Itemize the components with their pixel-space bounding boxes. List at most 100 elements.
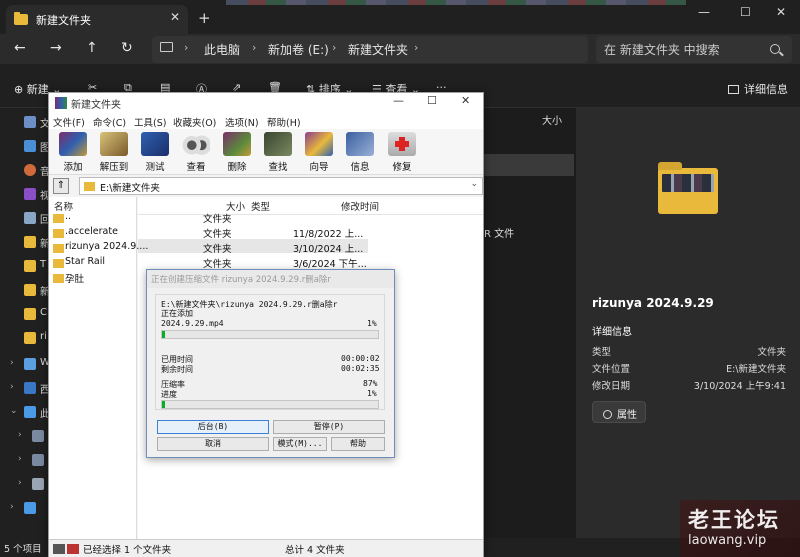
breadcrumb-this-pc[interactable]: 此电脑 xyxy=(204,41,240,58)
file-type: 文件夹 xyxy=(203,244,232,255)
nav-item-label[interactable]: T xyxy=(40,259,46,270)
nav-item-label[interactable]: C xyxy=(40,307,47,318)
tab-close-icon[interactable]: ✕ xyxy=(170,10,180,24)
chevron-icon: › xyxy=(184,41,189,54)
properties-button[interactable]: 属性 xyxy=(592,401,646,423)
back-button[interactable]: ← xyxy=(14,40,26,56)
winrar-close-button[interactable]: ✕ xyxy=(461,94,470,107)
details-pane-button[interactable]: 详细信息 xyxy=(728,81,788,97)
menu-tools[interactable]: 工具(S) xyxy=(134,115,166,129)
chevron-icon: › xyxy=(414,41,419,54)
breadcrumb-folder[interactable]: 新建文件夹 xyxy=(348,41,408,58)
expand-chevron-icon[interactable]: › xyxy=(18,430,22,440)
up-folder-button[interactable]: ⇑ xyxy=(53,178,69,194)
folder-icon xyxy=(24,308,36,320)
file-list-area: 大小 R 文件 xyxy=(484,108,574,538)
wizard-button[interactable]: 向导 xyxy=(299,132,339,174)
drive-icon xyxy=(32,478,44,490)
close-window-button[interactable]: ✕ xyxy=(776,5,786,19)
extract-to-button[interactable]: 解压到 xyxy=(94,132,134,174)
breadcrumb-drive-e[interactable]: 新加卷 (E:) xyxy=(268,41,329,58)
nav-item-label[interactable]: ri xyxy=(40,331,47,342)
column-type[interactable]: 类型 xyxy=(251,199,270,213)
menu-favorites[interactable]: 收藏夹(O) xyxy=(173,115,216,129)
menu-file[interactable]: 文件(F) xyxy=(53,115,85,129)
winrar-maximize-button[interactable]: ☐ xyxy=(427,94,437,107)
delete-icon xyxy=(223,132,251,156)
menu-options[interactable]: 选项(N) xyxy=(225,115,259,129)
expand-chevron-icon[interactable]: › xyxy=(10,502,14,512)
selected-row[interactable] xyxy=(484,154,574,176)
new-tab-button[interactable]: + xyxy=(198,9,211,27)
minimize-button[interactable]: — xyxy=(698,5,710,19)
file-type: 文件夹 xyxy=(203,229,232,240)
drive-icon xyxy=(32,430,44,442)
menu-commands[interactable]: 命令(C) xyxy=(93,115,126,129)
watermark-url: laowang.vip xyxy=(688,533,767,548)
current-file: 2024.9.29.mp4 xyxy=(161,319,224,328)
key-icon xyxy=(67,544,79,554)
folder-icon xyxy=(53,274,64,283)
explorer-tab[interactable]: 新建文件夹 ✕ xyxy=(6,5,188,34)
documents-icon xyxy=(24,116,36,128)
explorer-tabbar: 新建文件夹 ✕ + — ☐ ✕ xyxy=(0,0,800,34)
forward-button[interactable]: → xyxy=(50,40,62,56)
help-button[interactable]: 帮助 xyxy=(331,437,385,451)
repair-button[interactable]: 修复 xyxy=(382,132,422,174)
expand-chevron-icon[interactable]: › xyxy=(18,454,22,464)
view-file-button[interactable]: 查看 xyxy=(176,132,216,174)
info-button[interactable]: 信息 xyxy=(340,132,380,174)
up-button[interactable]: ↑ xyxy=(86,40,98,56)
mode-button[interactable]: 模式(M)... xyxy=(273,437,327,451)
file-name: Star Rail xyxy=(65,256,105,267)
add-button[interactable]: 添加 xyxy=(53,132,93,174)
tab-title: 新建文件夹 xyxy=(36,14,91,27)
find-button[interactable]: 查找 xyxy=(258,132,298,174)
folder-icon xyxy=(24,236,36,248)
chevron-down-icon[interactable]: ⌄ xyxy=(470,179,478,189)
this-pc-icon xyxy=(24,406,36,418)
test-button[interactable]: 测试 xyxy=(135,132,175,174)
network-icon xyxy=(24,502,36,514)
pause-button[interactable]: 暂停(P) xyxy=(273,420,385,434)
wizard-icon xyxy=(305,132,333,156)
expand-chevron-icon[interactable]: › xyxy=(10,358,14,368)
maximize-button[interactable]: ☐ xyxy=(740,5,751,19)
file-type-fragment: R 文件 xyxy=(484,229,515,240)
prop-value-location: E:\新建文件夹 xyxy=(726,364,786,375)
winrar-path-bar: ⇑ E:\新建文件夹 ⌄ xyxy=(49,177,483,196)
folder-icon xyxy=(24,260,36,272)
menu-help[interactable]: 帮助(H) xyxy=(267,115,301,129)
elapsed-value: 00:00:02 xyxy=(341,354,380,363)
address-field[interactable]: › 此电脑 › 新加卷 (E:) › 新建文件夹 › xyxy=(152,36,588,63)
column-header-size[interactable]: 大小 xyxy=(542,112,562,127)
refresh-button[interactable]: ↻ xyxy=(121,40,133,56)
cancel-button[interactable]: 取消 xyxy=(157,437,269,451)
path-text: E:\新建文件夹 xyxy=(100,183,160,194)
winrar-toolbar: 添加 解压到 测试 查看 删除 查找 向导 信息 修复 xyxy=(49,129,483,175)
expand-chevron-icon[interactable]: › xyxy=(10,382,14,392)
folder-icon xyxy=(53,259,64,268)
expand-chevron-icon[interactable]: › xyxy=(18,478,22,488)
progress-percent: 1% xyxy=(367,389,377,398)
test-icon xyxy=(141,132,169,156)
search-input[interactable]: 在 新建文件夹 中搜索 xyxy=(596,36,792,63)
background-button[interactable]: 后台(B) xyxy=(157,420,269,434)
file-name: .accelerate xyxy=(65,226,118,237)
view-icon xyxy=(182,132,210,156)
file-modified: 3/6/2024 下午... xyxy=(293,259,367,270)
file-modified: 3/10/2024 上... xyxy=(293,244,364,255)
path-field[interactable]: E:\新建文件夹 ⌄ xyxy=(79,177,483,195)
winrar-menubar: 文件(F) 命令(C) 工具(S) 收藏夹(O) 选项(N) 帮助(H) xyxy=(49,113,483,129)
chevron-icon: › xyxy=(252,41,257,54)
delete-button[interactable]: 删除 xyxy=(217,132,257,174)
progress-label: 进度 xyxy=(161,390,177,399)
details-title: rizunya 2024.9.29 xyxy=(592,296,714,310)
address-bar-row: ← → ↑ ↻ › 此电脑 › 新加卷 (E:) › 新建文件夹 › 在 新建文… xyxy=(0,34,800,64)
add-archive-icon xyxy=(59,132,87,156)
details-section-heading: 详细信息 xyxy=(592,327,632,338)
total-progress-fill xyxy=(162,401,165,408)
expand-chevron-icon[interactable]: ⌄ xyxy=(10,406,18,416)
column-modified[interactable]: 修改时间 xyxy=(341,199,379,213)
winrar-minimize-button[interactable]: — xyxy=(393,94,404,107)
